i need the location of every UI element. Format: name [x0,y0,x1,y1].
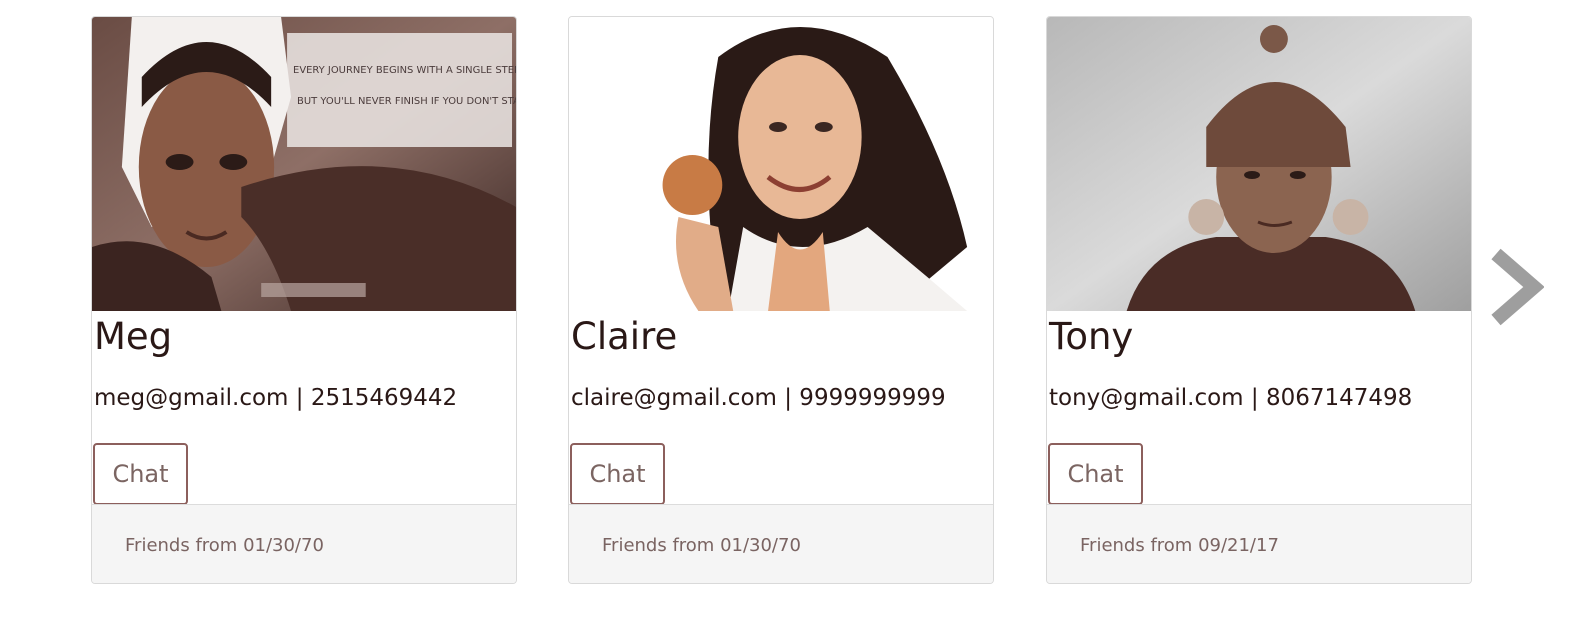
friend-name: Claire [571,315,678,358]
card-footer: Friends from 09/21/17 [1047,504,1471,583]
friend-card-tony: Tony tony@gmail.com | 8067147498 Chat Fr… [1046,16,1472,584]
friend-contact: claire@gmail.com | 9999999999 [571,385,946,411]
friend-contact: meg@gmail.com | 2515469442 [94,385,458,411]
friend-name: Tony [1049,315,1134,358]
chat-button[interactable]: Chat [1048,443,1143,505]
friend-card-meg: EVERY JOURNEY BEGINS WITH A SINGLE STEP.… [91,16,517,584]
next-button[interactable] [1488,248,1544,326]
svg-text:BUT YOU'LL NEVER FINISH IF YOU: BUT YOU'LL NEVER FINISH IF YOU DON'T STA… [297,96,516,107]
friends-since: Friends from 01/30/70 [125,535,324,556]
card-footer: Friends from 01/30/70 [569,504,993,583]
chat-button[interactable]: Chat [93,443,188,505]
friend-photo: EVERY JOURNEY BEGINS WITH A SINGLE STEP.… [92,17,516,311]
friends-since: Friends from 01/30/70 [602,535,801,556]
chat-button[interactable]: Chat [570,443,665,505]
friends-since: Friends from 09/21/17 [1080,535,1279,556]
friend-photo [1047,17,1471,311]
friend-card-claire: Claire claire@gmail.com | 9999999999 Cha… [568,16,994,584]
svg-text:EVERY JOURNEY BEGINS WITH A SI: EVERY JOURNEY BEGINS WITH A SINGLE STEP. [293,65,516,76]
friend-contact: tony@gmail.com | 8067147498 [1049,385,1413,411]
chevron-right-icon [1491,248,1544,326]
card-footer: Friends from 01/30/70 [92,504,516,583]
friend-photo [569,17,993,311]
friends-carousel: EVERY JOURNEY BEGINS WITH A SINGLE STEP.… [0,0,1586,617]
friend-name: Meg [94,315,173,358]
